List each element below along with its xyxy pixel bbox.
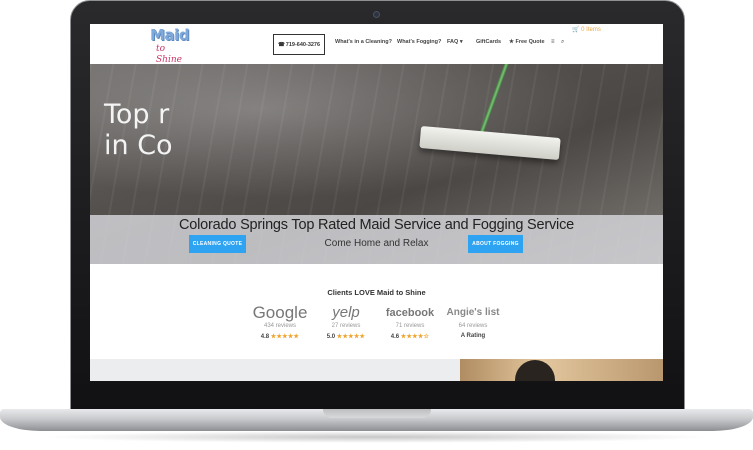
- cleaning-quote-button[interactable]: CLEANING QUOTE: [189, 235, 246, 253]
- review-yelp[interactable]: yelp 27 reviews 5.0 ★★★★★: [316, 304, 376, 340]
- laptop-notch: [323, 409, 431, 418]
- review-score: A Rating: [460, 333, 486, 339]
- review-score: 5.0 ★★★★★: [316, 333, 376, 340]
- about-fogging-button[interactable]: ABOUT FOGGING: [468, 235, 523, 253]
- site-header: Maid to Shine ☎ 719-640-3276 🛒 0 Items W…: [90, 24, 663, 66]
- staff-photo: [460, 359, 663, 381]
- phone-icon: ☎: [277, 41, 285, 48]
- website-screen: Maid to Shine ☎ 719-640-3276 🛒 0 Items W…: [90, 24, 663, 381]
- nav-item-faq[interactable]: FAQ ▾: [447, 39, 463, 45]
- hero-section: Top r in Co Colorado Springs Top Rated M…: [90, 64, 663, 264]
- search-icon[interactable]: ⌕: [561, 39, 564, 46]
- laptop-shadow: [40, 431, 713, 443]
- nav-item-cleaning[interactable]: What's in a Cleaning?: [335, 39, 392, 45]
- logo-sub-text: to Shine: [156, 44, 182, 65]
- review-score-value: 5.0: [326, 334, 336, 340]
- rating-stars: ★★★★★: [270, 334, 300, 340]
- phone-button[interactable]: ☎ 719-640-3276: [273, 34, 325, 55]
- hero-light: [90, 64, 663, 214]
- rating-stars: ★★★★☆: [400, 334, 430, 340]
- logo-main-text: Maid: [150, 26, 189, 44]
- cart-icon: 🛒: [572, 27, 580, 33]
- cart-link[interactable]: 🛒 0 Items: [572, 26, 601, 33]
- hero-title: Colorado Springs Top Rated Maid Service …: [179, 217, 574, 233]
- review-facebook[interactable]: facebook 71 reviews 4.6 ★★★★☆: [380, 304, 440, 340]
- facebook-logo: facebook: [385, 307, 435, 319]
- site-logo[interactable]: Maid to Shine: [150, 26, 190, 66]
- nav-item-giftcards[interactable]: GiftCards: [476, 39, 501, 45]
- review-google[interactable]: Google 434 reviews 4.8 ★★★★★: [250, 303, 310, 341]
- hero-subtitle: Come Home and Relax: [324, 238, 429, 249]
- cart-count: 0 Items: [581, 27, 601, 33]
- review-count: 71 reviews: [395, 323, 425, 329]
- yelp-logo: yelp: [332, 304, 360, 321]
- rating-stars: ★★★★★: [336, 334, 366, 340]
- hero-slide-text: Top r in Co: [104, 99, 173, 161]
- menu-icon[interactable]: ≡: [551, 39, 555, 45]
- google-logo: Google: [252, 303, 308, 322]
- angies-list-logo: Angie's list: [446, 307, 500, 318]
- nav-item-faq-label: FAQ: [447, 39, 459, 45]
- review-score-value: 4.6: [390, 334, 400, 340]
- camera-icon: [373, 11, 380, 18]
- reviews-heading: Clients LOVE Maid to Shine: [327, 288, 426, 297]
- nav-item-free-quote-label: Free Quote: [515, 39, 545, 45]
- review-count: 64 reviews: [458, 323, 488, 329]
- review-count: 434 reviews: [263, 323, 296, 329]
- nav-item-free-quote[interactable]: ★ Free Quote: [509, 39, 545, 45]
- review-score-value: 4.8: [260, 334, 270, 340]
- photo-person: [515, 360, 555, 381]
- review-score: 4.6 ★★★★☆: [380, 333, 440, 340]
- star-icon: ★: [509, 39, 514, 45]
- phone-number: 719-640-3276: [285, 41, 321, 48]
- review-angies-list[interactable]: Angie's list 64 reviews A Rating: [443, 304, 503, 339]
- review-count: 27 reviews: [331, 323, 361, 329]
- review-score: 4.8 ★★★★★: [250, 333, 310, 340]
- chevron-down-icon: ▾: [459, 39, 463, 45]
- nav-item-fogging[interactable]: What's Fogging?: [397, 39, 441, 45]
